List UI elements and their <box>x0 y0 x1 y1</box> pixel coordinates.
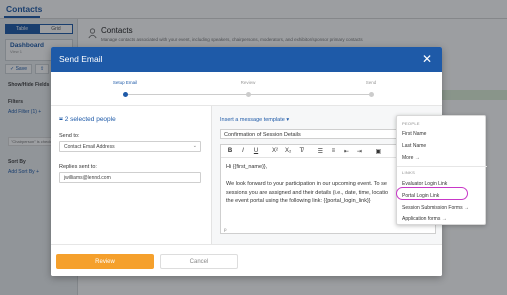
insert-template-label: Insert a message template <box>220 117 285 123</box>
step-setup-email: Setup Email <box>112 80 138 85</box>
recipient-panel: ⩸ 2 selected people Send to: Contact Ema… <box>51 106 212 244</box>
step-dot-send <box>368 92 374 97</box>
menu-section-people: PEOPLE <box>402 121 420 126</box>
subscript-icon[interactable]: X₂ <box>285 148 291 154</box>
replies-input[interactable]: jwilliams@lennd.com <box>59 172 201 183</box>
menu-section-links: LINKS <box>402 170 416 175</box>
selected-people-link[interactable]: ⩸ 2 selected people <box>59 116 116 124</box>
insert-template-link[interactable]: Insert a message template ▾ <box>220 117 289 123</box>
menu-item-session-submission[interactable]: Session Submission Forms → <box>402 205 469 211</box>
menu-divider <box>397 166 487 167</box>
modal-title: Send Email <box>59 54 103 64</box>
send-email-modal: Send Email ✕ Setup Email Review Send ⩸ 2… <box>51 47 442 276</box>
underline-icon[interactable]: U <box>253 148 259 154</box>
caret-down-icon: ▾ <box>286 117 290 123</box>
chevron-down-icon: ⌄ <box>192 143 197 149</box>
replies-label: Replies sent to: <box>59 164 97 170</box>
step-dot-setup <box>122 92 128 97</box>
close-icon[interactable]: ✕ <box>420 52 434 66</box>
menu-item-first-name[interactable]: First Name <box>402 131 426 137</box>
bold-icon[interactable]: B <box>227 148 233 154</box>
step-send: Send <box>365 80 377 85</box>
editor-element-path: p <box>224 227 227 232</box>
menu-item-application-forms[interactable]: Application forms → <box>402 216 447 222</box>
bulleted-list-icon[interactable]: ☰ <box>317 148 323 155</box>
italic-icon[interactable]: I <box>240 148 246 154</box>
image-icon[interactable]: ▣ <box>375 148 382 155</box>
filter-icon: ⩸ <box>59 116 63 123</box>
numbered-list-icon[interactable]: ≡ <box>330 148 336 154</box>
cancel-button[interactable]: Cancel <box>160 254 238 269</box>
stepper: Setup Email Review Send <box>51 72 442 106</box>
superscript-icon[interactable]: X² <box>272 148 278 154</box>
menu-item-more[interactable]: More → <box>402 155 420 161</box>
send-to-select[interactable]: Contact Email Address ⌄ <box>59 141 201 152</box>
send-to-label: Send to: <box>59 133 80 139</box>
step-review: Review <box>240 80 256 85</box>
step-dot-review <box>245 92 251 97</box>
modal-header: Send Email ✕ <box>51 47 442 72</box>
modal-footer: Review Cancel <box>51 244 442 276</box>
template-variable-menu: PEOPLE First Name Last Name More → LINKS… <box>396 115 487 225</box>
menu-item-last-name[interactable]: Last Name <box>402 143 426 149</box>
outdent-icon[interactable]: ⇤ <box>343 148 349 155</box>
send-to-value: Contact Email Address <box>64 144 115 150</box>
indent-icon[interactable]: ⇥ <box>356 148 362 155</box>
selected-people-label: 2 selected people <box>64 116 116 123</box>
clear-format-icon[interactable]: T̸ <box>298 148 304 154</box>
portal-login-highlight <box>396 187 468 200</box>
review-button[interactable]: Review <box>56 254 154 269</box>
